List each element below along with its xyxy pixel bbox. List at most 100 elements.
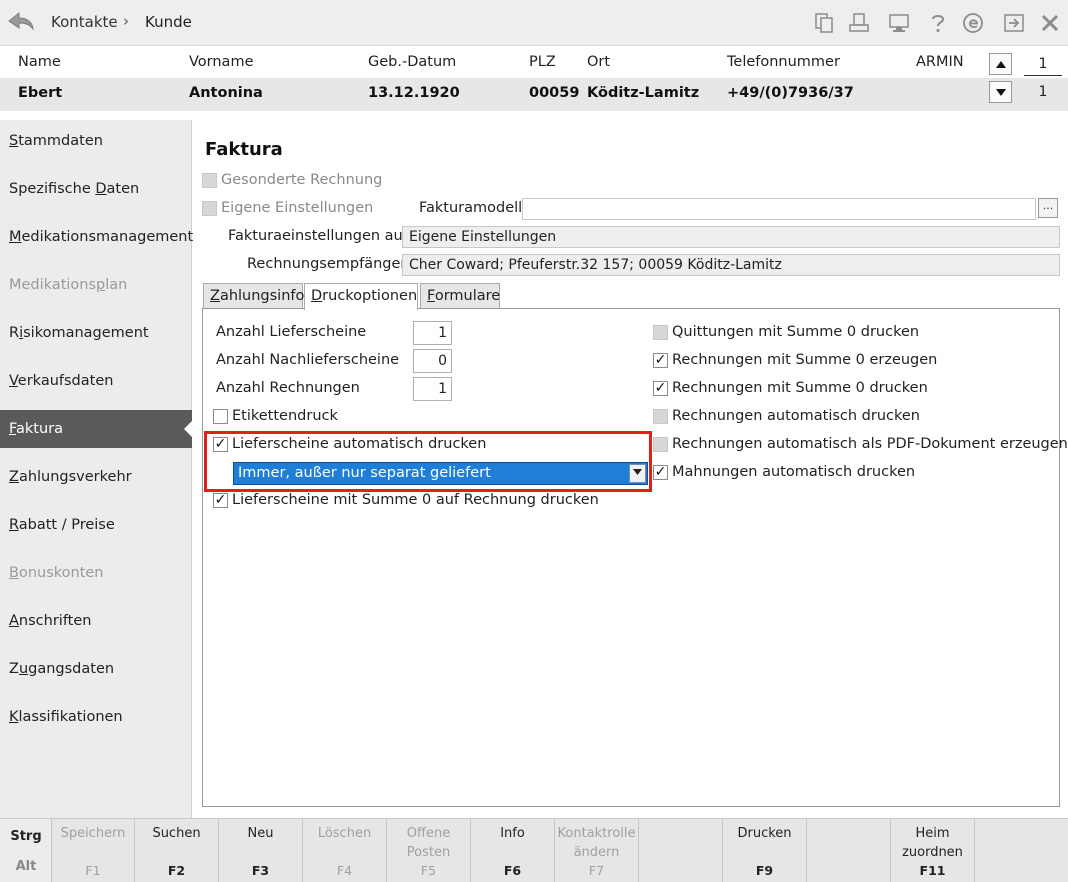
lieferscheine-summe0-checkbox[interactable]: ✓ [213, 493, 228, 508]
mahnungen-auto-checkbox[interactable]: ✓ [653, 465, 668, 480]
speichern-button[interactable]: Speichern F1 [52, 819, 135, 882]
heim-zuordnen-button[interactable]: Heim zuordnen F11 [891, 819, 975, 882]
close-icon[interactable] [1037, 10, 1063, 36]
eigene-einstellungen-checkbox [202, 201, 217, 216]
sidebar-item-zugangsdaten[interactable]: Zugangsdaten [0, 650, 192, 688]
sidebar-item-rabatt-preise[interactable]: Rabatt / Preise [0, 506, 192, 544]
kontaktrolle-aendern-button[interactable]: Kontaktrolle ändern F7 [555, 819, 639, 882]
sidebar-item-klassifikationen[interactable]: Klassifikationen [0, 698, 192, 736]
loeschen-button[interactable]: Löschen F4 [303, 819, 387, 882]
rechnungsempfaenger-field: Cher Coward; Pfeuferstr.32 157; 00059 Kö… [402, 254, 1060, 276]
rechnungen-auto-drucken-checkbox [653, 409, 668, 424]
einstellungen-aus-field: Eigene Einstellungen [402, 226, 1060, 248]
tab-druckoptionen[interactable]: Druckoptionen [304, 283, 418, 310]
header-plz: PLZ [529, 54, 556, 70]
header-geb-datum: Geb.-Datum [368, 54, 457, 70]
anzahl-lieferscheine-input[interactable]: 1 [413, 321, 452, 345]
fakturamodell-label: Fakturamodell [419, 200, 523, 216]
sidebar-item-zahlungsverkehr[interactable]: Zahlungsverkehr [0, 458, 192, 496]
export-icon[interactable] [1001, 10, 1027, 36]
print-preview-icon[interactable] [846, 10, 872, 36]
record-count-top: 1 [1024, 54, 1062, 76]
rechnungen-summe0-drucken-label: Rechnungen mit Summe 0 drucken [672, 380, 928, 396]
rechnungen-summe0-erzeugen-label: Rechnungen mit Summe 0 erzeugen [672, 352, 938, 368]
help-icon[interactable] [925, 10, 951, 36]
value-plz: 00059 [529, 85, 580, 101]
sidebar-item-spezifische-daten[interactable]: Spezifische Daten [0, 170, 192, 208]
breadcrumb-kontakte[interactable]: Kontakte [51, 13, 118, 31]
drucken-button[interactable]: Drucken F9 [723, 819, 807, 882]
page-title: Faktura [205, 139, 283, 160]
monitor-icon[interactable] [886, 10, 912, 36]
header-telefon: Telefonnummer [727, 54, 840, 70]
modifier-key-toggle[interactable]: Strg Alt [0, 819, 52, 882]
fakturamodell-field[interactable] [522, 198, 1036, 220]
rechnungen-auto-drucken-label: Rechnungen automatisch drucken [672, 408, 921, 424]
customer-header-labels: Name Vorname Geb.-Datum PLZ Ort Telefonn… [0, 46, 1068, 78]
function-key-bar: Strg Alt Speichern F1 Suchen F2 Neu F3 L… [0, 818, 1068, 882]
lieferscheine-auto-label: Lieferscheine automatisch drucken [232, 436, 487, 452]
sidebar-item-medikationsplan: Medikationsplan [9, 277, 128, 293]
value-telefon: +49/(0)7936/37 [727, 85, 854, 101]
info-e-icon[interactable] [960, 10, 986, 36]
sidebar-item-verkaufsdaten[interactable]: Verkaufsdaten [0, 362, 192, 400]
copy-icon[interactable] [811, 10, 837, 36]
header-ort: Ort [587, 54, 611, 70]
anzahl-rechnungen-input[interactable]: 1 [413, 377, 452, 401]
mahnungen-auto-label: Mahnungen automatisch drucken [672, 464, 916, 480]
sidebar-item-bonuskonten: Bonuskonten [9, 565, 104, 581]
etikettendruck-label: Etikettendruck [232, 408, 338, 424]
anzahl-rechnungen-label: Anzahl Rechnungen [216, 380, 360, 396]
rechnungen-summe0-drucken-checkbox[interactable]: ✓ [653, 381, 668, 396]
etikettendruck-checkbox[interactable] [213, 409, 228, 424]
value-ort: Köditz-Lamitz [587, 85, 700, 101]
info-button[interactable]: Info F6 [471, 819, 555, 882]
scroll-up-button[interactable] [989, 53, 1012, 75]
fakturamodell-browse-button[interactable]: ... [1038, 198, 1058, 218]
sidebar-item-medikationsmanagement[interactable]: Medikationsmanagement [0, 218, 193, 256]
rechnungen-auto-pdf-checkbox [653, 437, 668, 452]
suchen-button[interactable]: Suchen F2 [135, 819, 219, 882]
header-armin: ARMIN [916, 54, 964, 70]
sidebar-item-faktura[interactable]: Faktura [0, 410, 193, 448]
anzahl-nachlieferscheine-label: Anzahl Nachlieferscheine [216, 352, 400, 368]
rechnungsempfaenger-label: Rechnungsempfänger [247, 256, 407, 272]
eigene-einstellungen-label: Eigene Einstellungen [221, 200, 374, 216]
alt-label: Alt [15, 859, 37, 874]
lieferscheine-mode-value: Immer, außer nur separat geliefert [238, 465, 491, 481]
rechnungen-summe0-erzeugen-checkbox[interactable]: ✓ [653, 353, 668, 368]
value-geb-datum: 13.12.1920 [368, 85, 460, 101]
neu-button[interactable]: Neu F3 [219, 819, 303, 882]
sidebar: Stammdaten Spezifische Daten Medikations… [0, 120, 193, 818]
record-count-bottom: 1 [1038, 84, 1048, 100]
lieferscheine-auto-checkbox[interactable]: ✓ [213, 437, 228, 452]
breadcrumb-kunde: Kunde [145, 13, 192, 31]
chevron-down-icon[interactable] [629, 464, 646, 483]
strg-label: Strg [10, 829, 42, 844]
quittungen-summe0-checkbox [653, 325, 668, 340]
customer-row[interactable]: Ebert Antonina 13.12.1920 00059 Köditz-L… [0, 78, 1068, 111]
header-name: Name [18, 54, 61, 70]
anzahl-nachlieferscheine-input[interactable]: 0 [413, 349, 452, 373]
sidebar-item-anschriften[interactable]: Anschriften [0, 602, 192, 640]
lieferscheine-mode-select[interactable]: Immer, außer nur separat geliefert [233, 462, 648, 485]
empty-f10-button [807, 819, 891, 882]
tab-zahlungsinfo[interactable]: Zahlungsinfo [203, 283, 304, 309]
sidebar-item-risikomanagement[interactable]: Risikomanagement [0, 314, 192, 352]
anzahl-lieferscheine-label: Anzahl Lieferscheine [216, 324, 367, 340]
empty-f8-button [639, 819, 723, 882]
breadcrumb-separator: › [123, 12, 129, 30]
sidebar-item-stammdaten[interactable]: Stammdaten [0, 122, 192, 160]
scroll-down-button[interactable] [989, 81, 1012, 103]
back-arrow-icon[interactable] [6, 9, 36, 35]
empty-f12-button [975, 819, 1068, 882]
gesonderte-rechnung-label: Gesonderte Rechnung [221, 172, 383, 188]
title-bar: Kontakte › Kunde [0, 0, 1068, 46]
offene-posten-button[interactable]: Offene Posten F5 [387, 819, 471, 882]
lieferscheine-summe0-label: Lieferscheine mit Summe 0 auf Rechnung d… [232, 492, 599, 508]
einstellungen-aus-label: Fakturaeinstellungen aus [228, 228, 411, 244]
quittungen-summe0-label: Quittungen mit Summe 0 drucken [672, 324, 920, 340]
rechnungen-auto-pdf-label: Rechnungen automatisch als PDF-Dokument … [672, 436, 1068, 452]
tab-formulare[interactable]: Formulare [420, 283, 500, 309]
header-vorname: Vorname [189, 54, 254, 70]
